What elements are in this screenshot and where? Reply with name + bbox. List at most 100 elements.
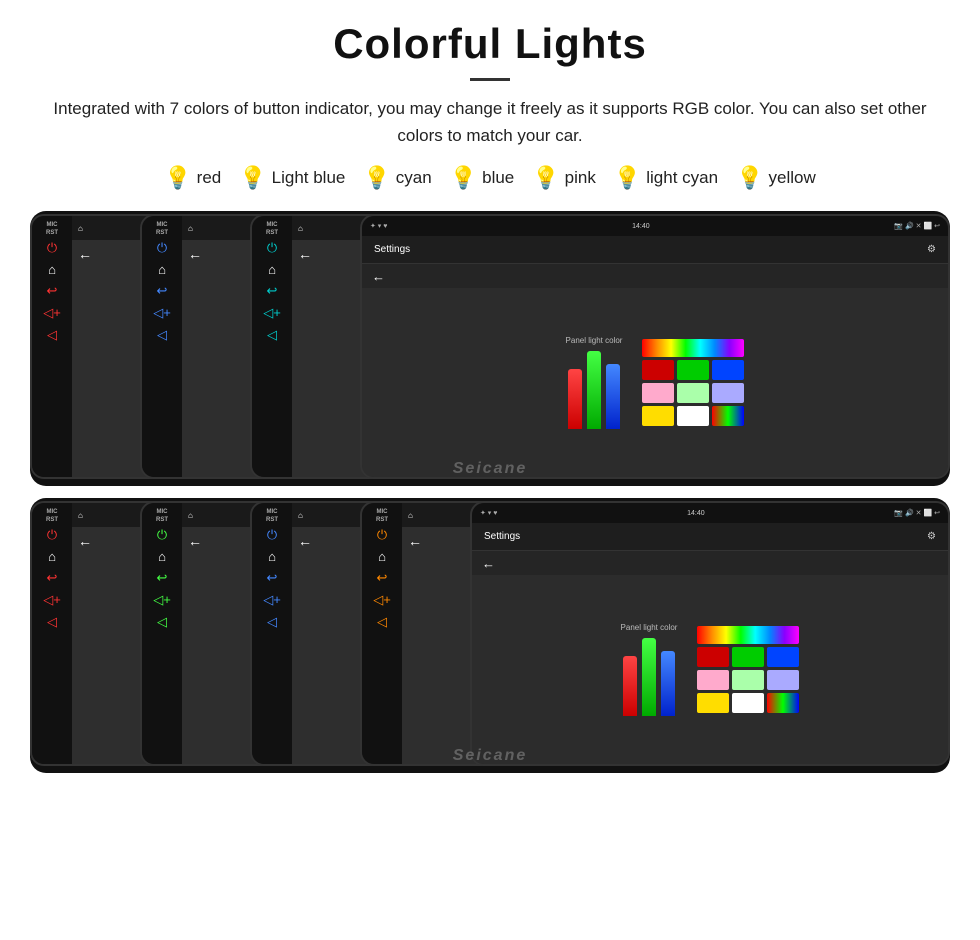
grid-red-1[interactable] bbox=[642, 360, 674, 380]
grid-lightblue-2[interactable] bbox=[767, 670, 799, 690]
home-2b: ⌂ bbox=[158, 549, 166, 564]
grid-lightgreen-2[interactable] bbox=[732, 670, 764, 690]
device-panel-main-1: ✦ ▾ ♥ 14:40 📷 🔊 ✕ ⬜ ↩ Settings ⚙ ← bbox=[360, 214, 950, 479]
mic-label-1: MIC bbox=[47, 222, 58, 228]
color-item-cyan: 💡 cyan bbox=[363, 165, 431, 191]
settings-back-1[interactable]: ← bbox=[372, 269, 385, 284]
description-text: Integrated with 7 colors of button indic… bbox=[30, 95, 950, 149]
bar-blue-2[interactable] bbox=[661, 651, 675, 716]
power-icon-2: ⏻ bbox=[157, 240, 167, 256]
sidebar-4b: MIC RST ⏻ ⌂ ↩ ◁+ ◁ bbox=[362, 503, 402, 764]
grid-blue-1[interactable] bbox=[712, 360, 744, 380]
home-icon-2: ⌂ bbox=[158, 262, 166, 277]
page-container: Colorful Lights Integrated with 7 colors… bbox=[0, 0, 980, 803]
mic-label-3: MIC bbox=[267, 222, 278, 228]
colors-row: 💡 red 💡 Light blue 💡 cyan 💡 blue 💡 pink … bbox=[30, 165, 950, 191]
title-section: Colorful Lights bbox=[30, 20, 950, 81]
mic-label-2: MIC bbox=[157, 222, 168, 228]
home-icon-1: ⌂ bbox=[48, 262, 56, 277]
color-label-lightblue: Light blue bbox=[272, 168, 346, 188]
sidebar-3b: MIC RST ⏻ ⌂ ↩ ◁+ ◁ bbox=[252, 503, 292, 764]
settings-back-2[interactable]: ← bbox=[482, 556, 495, 571]
grid-multi-2[interactable] bbox=[767, 693, 799, 713]
bulb-lightblue-icon: 💡 bbox=[239, 165, 266, 191]
volu-1b: ◁ bbox=[47, 614, 57, 630]
bulb-cyan-icon: 💡 bbox=[363, 165, 390, 191]
rst-label-2: RST bbox=[156, 230, 168, 236]
device-row-1: MIC RST ⏻ ⌂ ↩ ◁+ ◁ ⌂ Se bbox=[30, 211, 950, 486]
bar-red-2[interactable] bbox=[623, 656, 637, 716]
grid-lightblue-1[interactable] bbox=[712, 383, 744, 403]
back-arrow-3b[interactable]: ← bbox=[298, 533, 312, 549]
sidebar-1b: MIC RST ⏻ ⌂ ↩ ◁+ ◁ bbox=[32, 503, 72, 764]
back-arrow-3[interactable]: ← bbox=[298, 246, 312, 262]
grid-white-2[interactable] bbox=[732, 693, 764, 713]
panel-light-label-1: Panel light color bbox=[566, 336, 623, 345]
settings-title-1: Settings bbox=[374, 244, 410, 255]
color-item-red: 💡 red bbox=[164, 165, 221, 191]
back-arrow-2b[interactable]: ← bbox=[188, 533, 202, 549]
power-4b: ⏻ bbox=[377, 527, 387, 543]
home-3b: ⌂ bbox=[268, 549, 276, 564]
back-1b: ↩ bbox=[47, 570, 58, 586]
power-icon-1: ⏻ bbox=[47, 240, 57, 256]
back-icon-1: ↩ bbox=[47, 283, 58, 299]
color-label-cyan: cyan bbox=[396, 168, 432, 188]
color-label-lightcyan: light cyan bbox=[646, 168, 718, 188]
grid-green-1[interactable] bbox=[677, 360, 709, 380]
grid-pink-1[interactable] bbox=[642, 383, 674, 403]
watermark-2: Seicane bbox=[453, 747, 527, 765]
grid-multi-1[interactable] bbox=[712, 406, 744, 426]
power-3b: ⏻ bbox=[267, 527, 277, 543]
back-arrow-1b[interactable]: ← bbox=[78, 533, 92, 549]
home-1b: ⌂ bbox=[48, 549, 56, 564]
vold-4b: ◁+ bbox=[373, 592, 391, 608]
grid-yellow-2[interactable] bbox=[697, 693, 729, 713]
back-4b: ↩ bbox=[377, 570, 388, 586]
volu-2b: ◁ bbox=[157, 614, 167, 630]
grid-pink-2[interactable] bbox=[697, 670, 729, 690]
back-arrow-1[interactable]: ← bbox=[78, 246, 92, 262]
grid-blue-2[interactable] bbox=[767, 647, 799, 667]
sidebar-2: MIC RST ⏻ ⌂ ↩ ◁+ ◁ bbox=[142, 216, 182, 477]
rst-label-3: RST bbox=[266, 230, 278, 236]
sidebar-3: MIC RST ⏻ ⌂ ↩ ◁+ ◁ bbox=[252, 216, 292, 477]
back-3b: ↩ bbox=[267, 570, 278, 586]
color-label-pink: pink bbox=[565, 168, 596, 188]
bar-green-2[interactable] bbox=[642, 638, 656, 716]
power-icon-3: ⏻ bbox=[267, 240, 277, 256]
panel-light-label-2: Panel light color bbox=[621, 623, 678, 632]
grid-green-2[interactable] bbox=[732, 647, 764, 667]
status-time-2: 14:40 bbox=[687, 510, 705, 517]
back-icon-2: ↩ bbox=[157, 283, 168, 299]
grid-yellow-1[interactable] bbox=[642, 406, 674, 426]
screenshots-section: MIC RST ⏻ ⌂ ↩ ◁+ ◁ ⌂ Se bbox=[30, 211, 950, 773]
bar-green-1[interactable] bbox=[587, 351, 601, 429]
settings-title-2: Settings bbox=[484, 531, 520, 542]
color-label-blue: blue bbox=[482, 168, 514, 188]
back-arrow-4b[interactable]: ← bbox=[408, 533, 422, 549]
watermark-1: Seicane bbox=[453, 460, 527, 478]
color-item-lightcyan: 💡 light cyan bbox=[614, 165, 718, 191]
power-2b: ⏻ bbox=[157, 527, 167, 543]
home-4b: ⌂ bbox=[378, 549, 386, 564]
grid-white-1[interactable] bbox=[677, 406, 709, 426]
title-divider bbox=[470, 78, 510, 81]
status-time-1: 14:40 bbox=[632, 223, 650, 230]
vol-up-1: ◁ bbox=[47, 327, 57, 343]
back-2b: ↩ bbox=[157, 570, 168, 586]
color-item-pink: 💡 pink bbox=[532, 165, 596, 191]
vol-down-2: ◁+ bbox=[153, 305, 171, 321]
bar-blue-1[interactable] bbox=[606, 364, 620, 429]
bulb-pink-icon: 💡 bbox=[532, 165, 559, 191]
page-title: Colorful Lights bbox=[30, 20, 950, 68]
vold-2b: ◁+ bbox=[153, 592, 171, 608]
grid-lightgreen-1[interactable] bbox=[677, 383, 709, 403]
vol-up-2: ◁ bbox=[157, 327, 167, 343]
rainbow-strip-1 bbox=[642, 339, 744, 357]
bar-red-1[interactable] bbox=[568, 369, 582, 429]
grid-red-2[interactable] bbox=[697, 647, 729, 667]
color-item-blue: 💡 blue bbox=[450, 165, 515, 191]
vold-1b: ◁+ bbox=[43, 592, 61, 608]
back-arrow-2[interactable]: ← bbox=[188, 246, 202, 262]
